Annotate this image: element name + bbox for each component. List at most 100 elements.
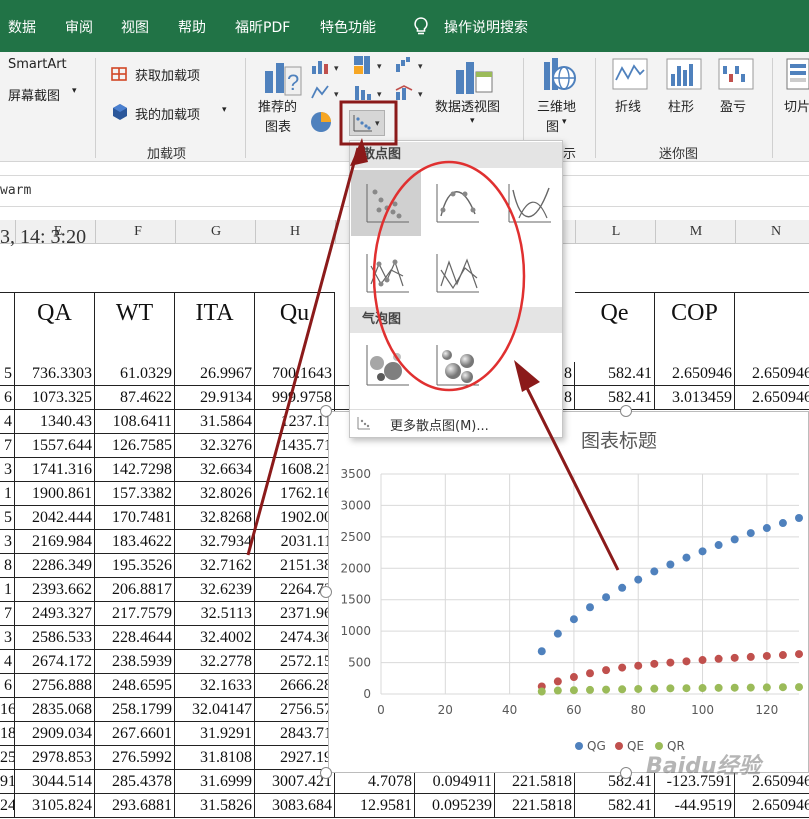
data-point-qg[interactable]	[666, 560, 675, 569]
data-point-qr[interactable]	[602, 685, 611, 694]
data-point-qe[interactable]	[746, 652, 755, 661]
table-cell[interactable]: 2572.15	[255, 650, 335, 674]
table-cell[interactable]: 18	[0, 722, 15, 746]
table-cell[interactable]: 32.6239	[175, 578, 255, 602]
column-separator[interactable]	[655, 220, 656, 244]
table-cell[interactable]: 0.095239	[415, 794, 495, 818]
data-point-qr[interactable]	[618, 685, 627, 694]
table-cell[interactable]: 32.1633	[175, 674, 255, 698]
data-point-qg[interactable]	[746, 529, 755, 538]
scatter-straight-lines-option[interactable]	[423, 240, 493, 306]
data-point-qr[interactable]	[746, 683, 755, 692]
table-cell[interactable]: 3083.684	[255, 794, 335, 818]
more-scatter-charts-link[interactable]: 更多散点图(M)...	[390, 415, 489, 434]
table-cell[interactable]: 32.5113	[175, 602, 255, 626]
data-point-qg[interactable]	[537, 647, 546, 656]
table-cell[interactable]: 31.8108	[175, 746, 255, 770]
table-cell[interactable]: 2474.36	[255, 626, 335, 650]
column-chart-icon[interactable]: ▾	[310, 56, 346, 76]
column-separator[interactable]	[735, 220, 736, 244]
table-cell[interactable]: 2978.853	[15, 746, 95, 770]
table-cell[interactable]: 2169.984	[15, 530, 95, 554]
my-addins-button[interactable]: 我的加载项	[135, 104, 200, 123]
table-cell[interactable]: 91	[0, 770, 15, 794]
table-cell[interactable]: 2286.349	[15, 554, 95, 578]
table-cell[interactable]: 5	[0, 362, 15, 386]
table-cell[interactable]: 183.4622	[95, 530, 175, 554]
data-point-qe[interactable]	[698, 656, 707, 665]
table-cell[interactable]: 1902.00	[255, 506, 335, 530]
chart-resize-handle[interactable]	[320, 405, 332, 417]
scatter-straight-markers-option[interactable]	[351, 240, 421, 306]
data-point-qe[interactable]	[682, 657, 691, 666]
table-cell[interactable]: 170.7481	[95, 506, 175, 530]
table-cell[interactable]: 217.7579	[95, 602, 175, 626]
column-separator[interactable]	[175, 220, 176, 244]
table-cell[interactable]: 3044.514	[15, 770, 95, 794]
table-cell[interactable]: 31.5826	[175, 794, 255, 818]
sparkline-line-button[interactable]: 折线	[615, 96, 641, 115]
table-cell[interactable]: 3.013459	[655, 386, 735, 410]
table-cell[interactable]: 4	[0, 410, 15, 434]
table-cell[interactable]: 32.6634	[175, 458, 255, 482]
data-point-qg[interactable]	[650, 567, 659, 576]
table-cell[interactable]: 1	[0, 482, 15, 506]
table-cell[interactable]: 248.6595	[95, 674, 175, 698]
data-point-qr[interactable]	[762, 683, 771, 692]
table-cell[interactable]: 1741.316	[15, 458, 95, 482]
get-addins-button[interactable]: 获取加载项	[135, 65, 200, 84]
table-cell[interactable]: 2674.172	[15, 650, 95, 674]
data-point-qg[interactable]	[698, 547, 707, 556]
table-cell[interactable]: 2.650946	[735, 362, 809, 386]
column-title[interactable]: Qu	[255, 292, 335, 362]
table-cell[interactable]: 29.9134	[175, 386, 255, 410]
table-cell[interactable]: 126.7585	[95, 434, 175, 458]
table-cell[interactable]: 736.3303	[15, 362, 95, 386]
data-point-qe[interactable]	[730, 653, 739, 662]
data-point-qe[interactable]	[666, 658, 675, 667]
data-point-qr[interactable]	[666, 684, 675, 693]
recommended-charts-button[interactable]: 推荐的	[258, 96, 297, 115]
table-cell[interactable]: 5	[0, 506, 15, 530]
data-point-qr[interactable]	[714, 683, 723, 692]
table-cell[interactable]: 1073.325	[15, 386, 95, 410]
table-cell[interactable]: 1900.861	[15, 482, 95, 506]
table-cell[interactable]: 2843.71	[255, 722, 335, 746]
data-point-qg[interactable]	[602, 593, 611, 602]
cell[interactable]	[0, 292, 15, 362]
tab-help[interactable]: 帮助	[178, 17, 206, 37]
data-point-qr[interactable]	[650, 684, 659, 693]
column-title[interactable]: QA	[15, 292, 95, 362]
table-cell[interactable]: 2909.034	[15, 722, 95, 746]
table-cell[interactable]: 3	[0, 458, 15, 482]
data-point-qe[interactable]	[778, 651, 787, 660]
table-cell[interactable]: 32.7934	[175, 530, 255, 554]
tab-special-features[interactable]: 特色功能	[320, 17, 376, 37]
table-cell[interactable]: 2586.533	[15, 626, 95, 650]
cell-partial-text[interactable]: 3, 14: 3:20	[0, 226, 160, 248]
combo-chart-icon[interactable]: ▾	[394, 82, 430, 104]
legend-label[interactable]: QE	[627, 739, 644, 753]
data-point-qr[interactable]	[730, 683, 739, 692]
slicer-button[interactable]: 切片	[784, 96, 809, 115]
table-cell[interactable]: 206.8817	[95, 578, 175, 602]
data-point-qr[interactable]	[795, 683, 803, 692]
data-point-qg[interactable]	[762, 524, 771, 533]
table-cell[interactable]: 2042.444	[15, 506, 95, 530]
table-cell[interactable]: 32.8026	[175, 482, 255, 506]
table-cell[interactable]: -44.9519	[655, 794, 735, 818]
data-point-qe[interactable]	[602, 666, 611, 675]
table-cell[interactable]: 1608.21	[255, 458, 335, 482]
data-point-qe[interactable]	[553, 677, 562, 686]
table-cell[interactable]: 32.2778	[175, 650, 255, 674]
data-point-qe[interactable]	[618, 663, 627, 672]
column-separator[interactable]	[255, 220, 256, 244]
table-cell[interactable]: 267.6601	[95, 722, 175, 746]
scatter-chart-button[interactable]: ▾	[349, 110, 385, 136]
table-cell[interactable]: 8	[0, 554, 15, 578]
data-point-qg[interactable]	[682, 553, 691, 562]
table-cell[interactable]: 2393.662	[15, 578, 95, 602]
table-cell[interactable]: 6	[0, 674, 15, 698]
tab-data[interactable]: 数据	[8, 17, 36, 37]
table-cell[interactable]: 1762.16	[255, 482, 335, 506]
